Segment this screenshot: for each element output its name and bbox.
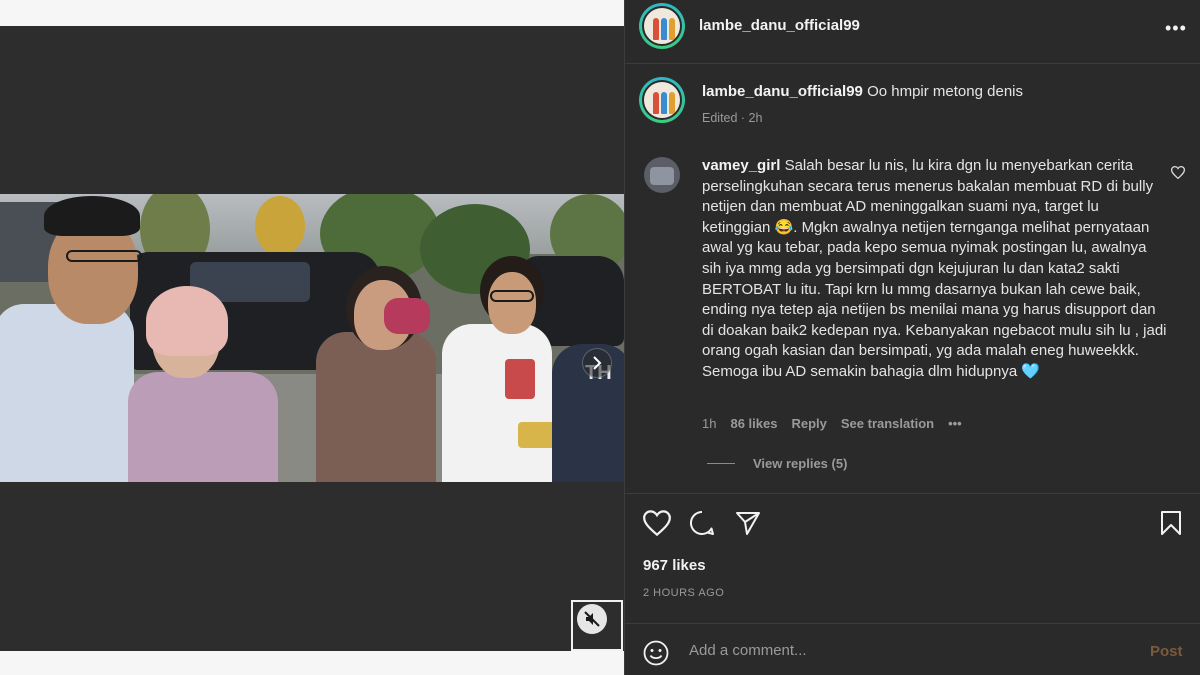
heart-outline-icon [1170, 166, 1186, 180]
instagram-post-view: TH lambe_danu_official99 ••• [0, 0, 1200, 675]
post-likes-count[interactable]: 967 likes [643, 557, 706, 574]
post-caption: lambe_danu_official99 Oo hmpir metong de… [702, 83, 1162, 100]
comment-more-icon[interactable]: ••• [948, 416, 962, 431]
actions-divider [625, 493, 1200, 494]
add-comment-bar: Post [625, 623, 1200, 675]
comment-time: 1h [702, 416, 717, 431]
header-username[interactable]: lambe_danu_official99 [699, 17, 860, 34]
next-media-button[interactable] [582, 348, 612, 378]
paper-plane-icon [736, 512, 760, 535]
caption-text: Oo hmpir metong denis [867, 83, 1023, 100]
caption-username[interactable]: lambe_danu_official99 [702, 83, 863, 100]
view-replies-label: View replies (5) [753, 456, 848, 471]
bookmark-icon [1161, 511, 1181, 535]
post-side-panel: lambe_danu_official99 ••• lambe_danu_off… [624, 0, 1200, 675]
commenter-avatar[interactable] [644, 157, 680, 193]
share-button[interactable] [735, 510, 761, 541]
replies-line [707, 463, 735, 464]
top-backdrop [0, 0, 624, 26]
comment-text: Salah besar lu nis, lu kira dgn lu menye… [702, 157, 1167, 380]
comment-button[interactable] [689, 510, 715, 541]
post-media[interactable]: TH [0, 26, 624, 651]
caption-meta: Edited · 2h [702, 111, 763, 125]
like-button[interactable] [643, 510, 671, 541]
mute-frame [571, 600, 623, 651]
save-button[interactable] [1159, 510, 1183, 541]
view-replies-button[interactable]: View replies (5) [707, 456, 847, 471]
author-avatar[interactable] [639, 3, 685, 49]
comment-likes[interactable]: 86 likes [730, 416, 777, 431]
heart-icon [643, 510, 671, 537]
comment-input[interactable] [689, 636, 1119, 664]
bottom-backdrop [0, 651, 624, 675]
caption-author-avatar[interactable] [639, 77, 685, 123]
post-comment-button[interactable]: Post [1150, 643, 1183, 660]
emoji-button[interactable] [643, 640, 669, 671]
chevron-right-icon [593, 356, 602, 370]
comment-bubble-icon [690, 510, 714, 535]
mute-button[interactable] [577, 604, 607, 634]
more-options-icon[interactable]: ••• [1165, 18, 1187, 39]
speaker-muted-icon [584, 611, 600, 627]
comment-like-button[interactable] [1170, 166, 1186, 184]
comment-meta: 1h 86 likes Reply See translation ••• [702, 416, 962, 431]
video-frame[interactable]: TH [0, 194, 624, 482]
post-timestamp: 2 HOURS AGO [643, 587, 725, 599]
reply-button[interactable]: Reply [791, 416, 826, 431]
action-bar [641, 510, 1187, 540]
smiley-icon [643, 640, 669, 666]
comment-username[interactable]: vamey_girl [702, 157, 780, 174]
header-divider [625, 63, 1200, 64]
see-translation-button[interactable]: See translation [841, 416, 934, 431]
comment-body: vamey_girl Salah besar lu nis, lu kira d… [702, 156, 1167, 383]
